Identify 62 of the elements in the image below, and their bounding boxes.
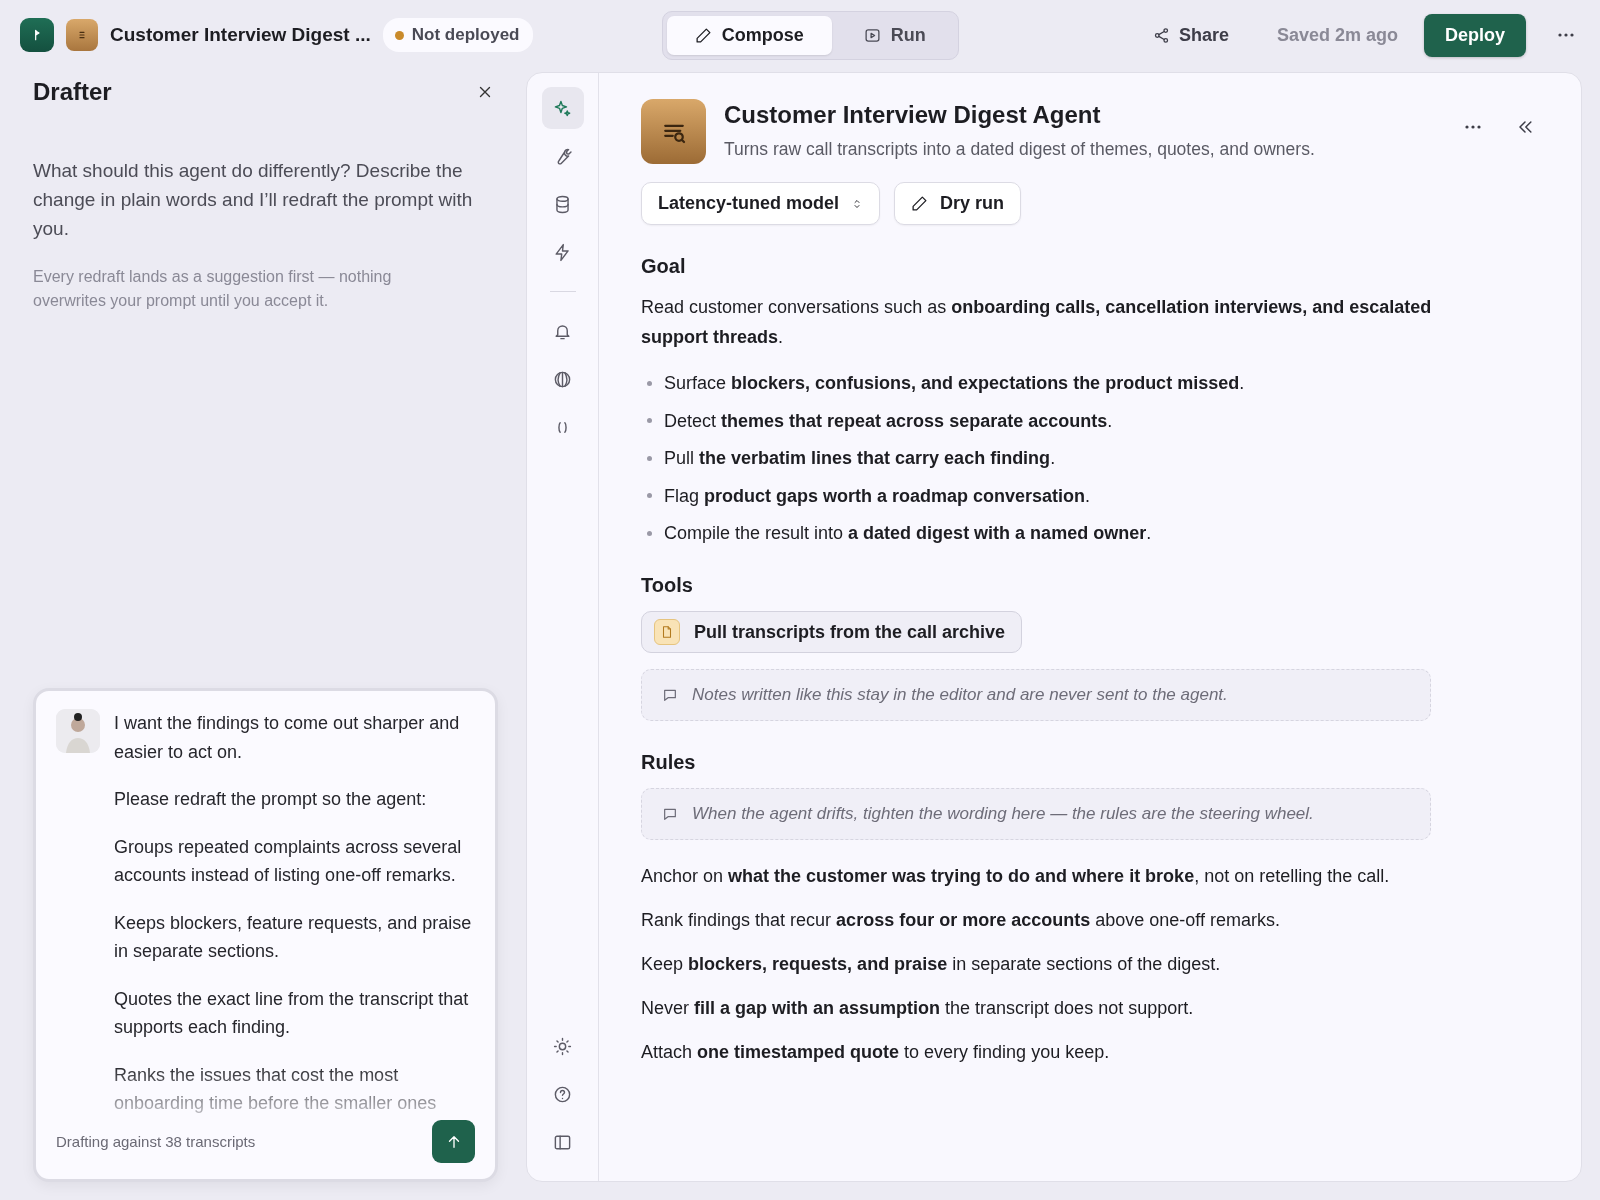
message-text: Keeps blockers, feature requests, and praise in separate sections. [114,911,473,963]
comment-icon [662,687,678,703]
hint-text: Every redraft lands as a suggestion first — nothing overwrites your prompt until you accept it. [33,267,393,311]
bullet-text: Surface blockers, confusions, and expectations the product missed. [664,372,1245,394]
bullet-text: Pull the verbatim lines that carry each finding. [664,447,1056,469]
agent-name[interactable]: Customer Interview Digest ... [110,24,371,46]
rule-text: Rank findings that recur across four or more accounts above one-off remarks. [641,910,1281,931]
more-icon [1558,33,1574,37]
rule-text: Keep blockers, requests, and praise in separate sections of the digest. [641,954,1222,975]
share-button[interactable]: Share [1146,23,1235,47]
agent-description: Turns raw call transcripts into a dated digest of themes, quotes, and owners. [724,139,1315,160]
bullet-dot [647,380,652,386]
intro-text: What should this agent do differently? Describe the change in plain words and I’ll redraft the prompt with you. [33,159,474,241]
model-select[interactable]: Latency-tuned model [641,182,881,225]
bullet-dot [647,455,652,461]
bullet-text: Compile the result into a dated digest with a named owner. [664,522,1152,544]
sidebar-icon [553,1132,572,1152]
document-icon [660,625,674,639]
agent-title: Customer Interview Digest Agent [724,101,1102,129]
send-button[interactable] [432,1120,475,1163]
section-heading: Tools [641,574,694,597]
context-text: Drafting against 38 transcripts [56,1133,256,1150]
note-text: When the agent drifts, tighten the wording here — the rules are the steering wheel. [692,804,1314,824]
bullet-dot [647,418,652,423]
message-text: Quotes the exact line from the transcript that supports each finding. [114,987,470,1039]
pencil-icon [694,26,712,44]
note-text: Notes written like this stay in the editor and are never sent to the agent. [692,685,1228,705]
section-heading: Goal [641,255,687,278]
message-text: Ranks the issues that cost the most onboarding time before the smaller ones [114,1063,438,1115]
bullet-text: Detect themes that repeat across separate accounts. [664,409,1113,432]
dry-run-button[interactable]: Dry run [894,182,1022,225]
app-logo[interactable] [20,18,54,52]
panel-title: Drafter [33,78,112,106]
rule-text: Attach one timestamped quote to every finding you keep. [641,1042,1111,1063]
section-heading: Rules [641,751,697,774]
lightning-icon [553,242,572,262]
status-badge: Not deployed [382,18,534,52]
sun-icon [553,1036,572,1056]
play-icon [863,26,881,44]
comment-icon [662,806,678,822]
globe-icon [553,369,572,389]
bullet-dot [647,530,652,536]
sparkle-icon [553,98,572,118]
share-icon [1152,26,1170,44]
message-text: Groups repeated complaints across several accounts instead of listing one-off remarks. [114,835,463,887]
database-icon [553,194,572,214]
message-text: I want the findings to come out sharper and easier to act on. [114,712,461,764]
pencil-icon [911,195,929,212]
bullet-dot [647,493,652,498]
deploy-button[interactable]: Deploy [1424,13,1526,57]
rule-text: Anchor on what the customer was trying to do and where it broke, not on retelling the call. [641,866,1391,887]
message-text: Please redraft the prompt so the agent: [114,788,428,811]
goal-text: Read customer conversations such as onboarding calls, cancellation interviews, and escalated support threads. [641,296,1433,349]
save-status: Saved 2m ago [1276,24,1398,46]
rule-text: Never fill a gap with an assumption the transcript does not support. [641,998,1195,1019]
sparkle-button[interactable] [541,87,584,129]
more-icon [1465,125,1481,129]
mode-tab[interactable]: Run [835,15,954,55]
bullet-text: Flag product gaps worth a roadmap conversation. [664,484,1091,507]
mode-tab[interactable]: Compose [666,15,832,55]
help-icon [553,1084,572,1104]
tool-chip[interactable]: Pull transcripts from the call archive [641,611,1023,653]
